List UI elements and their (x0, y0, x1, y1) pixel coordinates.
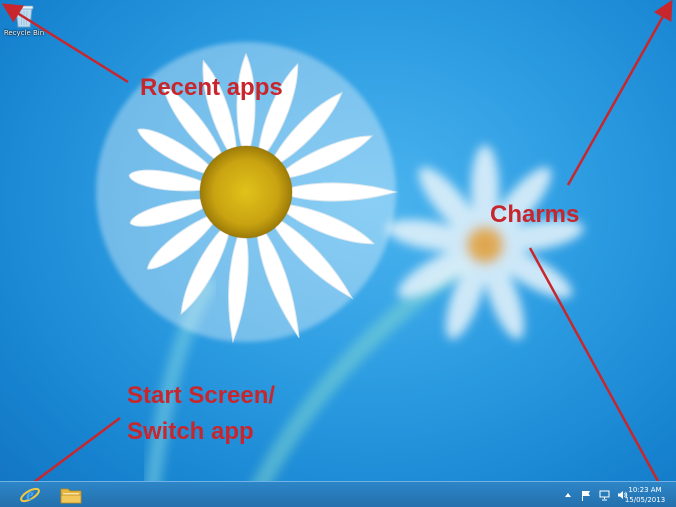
recycle-bin-icon (14, 5, 34, 28)
annotation-recent-apps: Recent apps (140, 74, 283, 101)
daisy-wallpaper (96, 42, 584, 507)
network-icon[interactable] (598, 488, 610, 502)
taskbar-clock[interactable]: 10:23 AM 15/05/2013 (622, 485, 668, 505)
taskbar-internet-explorer-button[interactable]: e (10, 483, 50, 507)
taskbar[interactable]: e 10:23 AM 15/05/2013 (0, 481, 676, 507)
system-tray (562, 485, 628, 505)
annotation-charms: Charms (490, 201, 580, 228)
chevron-up-icon[interactable] (562, 488, 574, 502)
desktop[interactable]: Recycle Bin Recent apps Charms Start Scr… (0, 0, 676, 507)
flag-icon[interactable] (580, 488, 592, 502)
clock-time: 10:23 AM (628, 486, 662, 494)
internet-explorer-icon: e (20, 485, 40, 504)
clock-date: 15/05/2013 (624, 496, 666, 504)
recycle-bin-label: Recycle Bin (3, 29, 45, 37)
annotation-switch-app: Switch app (127, 418, 254, 445)
taskbar-file-explorer-button[interactable] (51, 483, 91, 507)
recycle-bin-shortcut[interactable]: Recycle Bin (2, 2, 46, 50)
folder-icon (60, 488, 82, 504)
svg-text:e: e (26, 485, 34, 504)
annotation-start-screen: Start Screen/ (127, 382, 276, 409)
